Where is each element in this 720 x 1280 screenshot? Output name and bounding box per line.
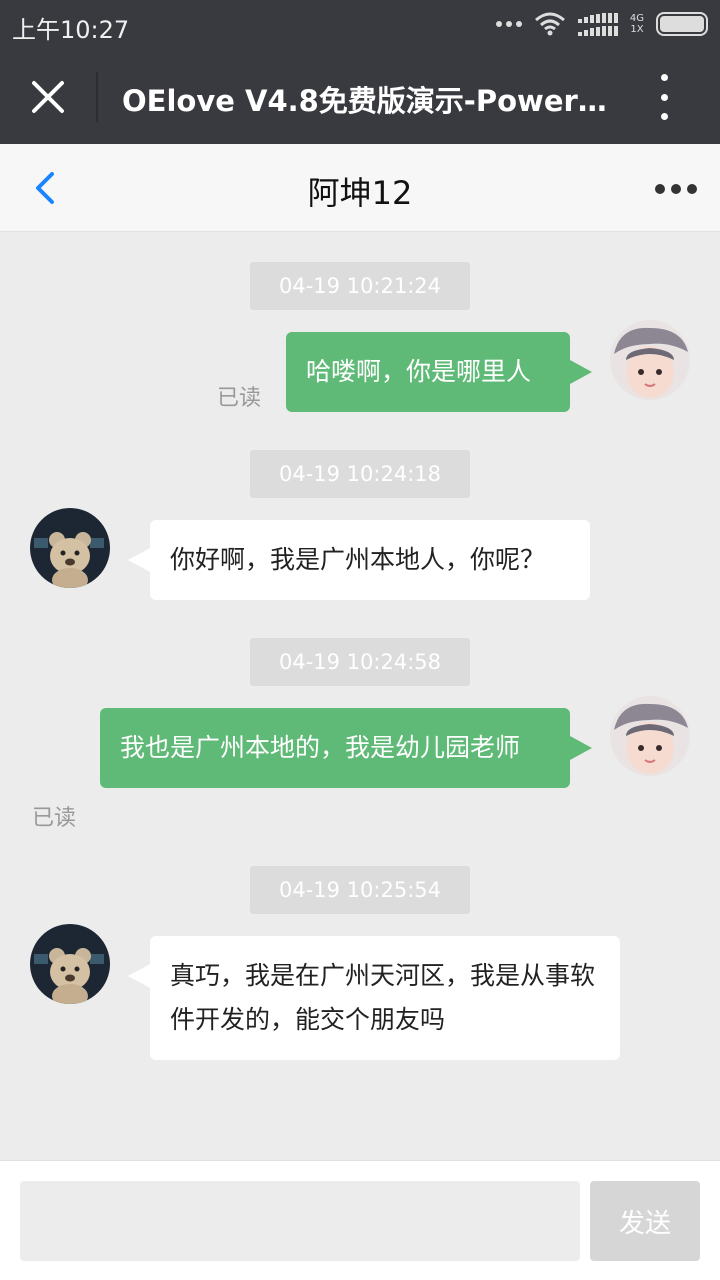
- wifi-icon: [534, 12, 565, 36]
- title-bar: OElove V4.8免费版演示-Powered...: [0, 50, 720, 144]
- message-bubble-sent[interactable]: 哈喽啊，你是哪里人: [286, 332, 592, 412]
- message-timestamp: 04-19 10:25:54: [250, 866, 470, 914]
- message-timestamp: 04-19 10:21:24: [250, 262, 470, 310]
- chat-header: 阿坤12: [0, 144, 720, 232]
- notification-dots-icon: [495, 21, 522, 27]
- my-avatar[interactable]: [610, 696, 690, 776]
- input-bar: 发送: [0, 1160, 720, 1280]
- message-input[interactable]: [20, 1181, 580, 1261]
- status-bar: 上午10:27 4G 1X: [0, 0, 720, 50]
- message-bubble-sent[interactable]: 我也是广州本地的，我是幼儿园老师: [100, 708, 592, 788]
- user-avatar-icon: [610, 320, 690, 400]
- chat-menu-icon[interactable]: [655, 184, 697, 194]
- battery-icon: [656, 12, 708, 36]
- message-bubble-received[interactable]: 你好啊，我是广州本地人，你呢？: [128, 520, 590, 600]
- my-avatar[interactable]: [610, 320, 690, 400]
- title-divider: [96, 72, 98, 122]
- signal-icon: [577, 12, 618, 36]
- message-bubble-received[interactable]: 真巧，我是在广州天河区，我是从事软件开发的，能交个朋友吗: [128, 936, 620, 1060]
- message-timestamp: 04-19 10:24:58: [250, 638, 470, 686]
- read-status: 已读: [217, 386, 262, 411]
- send-button[interactable]: 发送: [590, 1181, 700, 1261]
- message-timestamp: 04-19 10:24:18: [250, 450, 470, 498]
- page-title: OElove V4.8免费版演示-Powered...: [122, 84, 612, 118]
- network-type: 4G 1X: [629, 13, 644, 35]
- user-avatar-icon: [610, 696, 690, 776]
- contact-name: 阿坤12: [307, 174, 413, 212]
- contact-avatar[interactable]: [30, 508, 110, 588]
- contact-avatar[interactable]: [30, 924, 110, 1004]
- read-status: 已读: [32, 806, 77, 831]
- close-icon[interactable]: [28, 77, 68, 117]
- status-icons: 4G 1X: [495, 12, 708, 36]
- bear-avatar-icon: [30, 508, 110, 588]
- more-options-icon[interactable]: [652, 74, 676, 120]
- bear-avatar-icon: [30, 924, 110, 1004]
- status-time: 上午10:27: [12, 16, 130, 44]
